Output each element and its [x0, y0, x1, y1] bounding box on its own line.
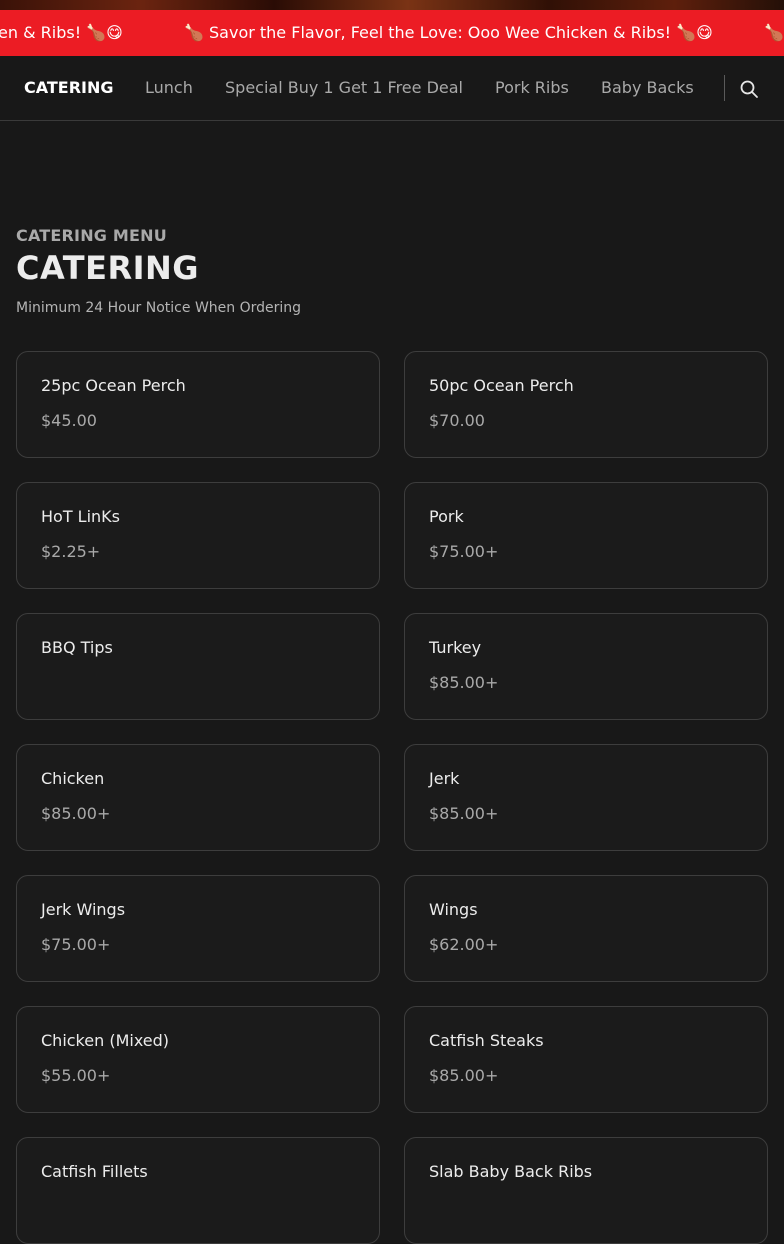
menu-item-price: $85.00+ [429, 804, 499, 823]
menu-item-name: Chicken (Mixed) [41, 1031, 170, 1050]
menu-item-card[interactable]: Catfish Steaks $85.00+ [404, 1006, 768, 1113]
menu-item-name: Catfish Steaks [429, 1031, 544, 1050]
menu-item-name: Catfish Fillets [41, 1162, 148, 1181]
nav-item-pork-ribs[interactable]: Pork Ribs [495, 56, 569, 120]
menu-item-price: $55.00+ [41, 1066, 111, 1085]
menu-item-name: BBQ Tips [41, 638, 113, 657]
search-button[interactable] [736, 76, 762, 102]
menu-item-card[interactable]: 50pc Ocean Perch $70.00 [404, 351, 768, 458]
nav-divider [724, 75, 725, 101]
menu-item-name: Jerk Wings [41, 900, 126, 919]
menu-item-card[interactable]: Pork $75.00+ [404, 482, 768, 589]
category-nav: CATERING Lunch Special Buy 1 Get 1 Free … [0, 56, 784, 121]
menu-item-price: $70.00 [429, 411, 485, 430]
menu-item-name: Turkey [429, 638, 482, 657]
section-eyebrow: CATERING MENU [16, 226, 167, 245]
menu-item-card[interactable]: Chicken $85.00+ [16, 744, 380, 851]
ticker-segment: 🍗 Savor the Flavor, Feel the Love: Ooo W… [184, 23, 713, 42]
menu-item-price: $85.00+ [429, 673, 499, 692]
menu-item-card[interactable]: Catfish Fillets [16, 1137, 380, 1244]
ticker-segment: en & Ribs! 🍗😋 [0, 23, 123, 42]
nav-item-baby-backs[interactable]: Baby Backs [601, 56, 694, 120]
menu-item-name: HoT LinKs [41, 507, 121, 526]
nav-item-catering[interactable]: CATERING [24, 56, 114, 120]
menu-item-name: Pork [429, 507, 464, 526]
menu-item-card[interactable]: Jerk $85.00+ [404, 744, 768, 851]
hero-image-strip [0, 0, 784, 10]
announcement-ticker: en & Ribs! 🍗😋 🍗 Savor the Flavor, Feel t… [0, 10, 784, 56]
menu-item-name: Wings [429, 900, 478, 919]
menu-item-card[interactable]: BBQ Tips [16, 613, 380, 720]
nav-item-lunch[interactable]: Lunch [145, 56, 193, 120]
page-title: CATERING [16, 249, 200, 287]
menu-item-name: Chicken [41, 769, 105, 788]
menu-grid: 25pc Ocean Perch $45.00 50pc Ocean Perch $… [16, 351, 768, 1244]
menu-item-card[interactable]: Turkey $85.00+ [404, 613, 768, 720]
menu-item-card[interactable]: Jerk Wings $75.00+ [16, 875, 380, 982]
menu-item-price: $2.25+ [41, 542, 101, 561]
menu-item-card[interactable]: 25pc Ocean Perch $45.00 [16, 351, 380, 458]
menu-item-price: $85.00+ [429, 1066, 499, 1085]
ticker-segment: 🍗 S [764, 23, 784, 42]
menu-item-name: 25pc Ocean Perch [41, 376, 186, 395]
menu-item-card[interactable]: Wings $62.00+ [404, 875, 768, 982]
menu-item-price: $75.00+ [429, 542, 499, 561]
menu-item-price: $85.00+ [41, 804, 111, 823]
ordering-note: Minimum 24 Hour Notice When Ordering [16, 300, 302, 316]
menu-item-price: $62.00+ [429, 935, 499, 954]
menu-item-card[interactable]: Chicken (Mixed) $55.00+ [16, 1006, 380, 1113]
search-icon [740, 80, 758, 98]
menu-item-name: Jerk [429, 769, 460, 788]
menu-item-price: $45.00 [41, 411, 97, 430]
menu-item-card[interactable]: Slab Baby Back Ribs [404, 1137, 768, 1244]
menu-item-card[interactable]: HoT LinKs $2.25+ [16, 482, 380, 589]
menu-item-price: $75.00+ [41, 935, 111, 954]
menu-item-name: 50pc Ocean Perch [429, 376, 574, 395]
nav-item-special-deal[interactable]: Special Buy 1 Get 1 Free Deal [225, 56, 463, 120]
menu-item-name: Slab Baby Back Ribs [429, 1162, 593, 1181]
